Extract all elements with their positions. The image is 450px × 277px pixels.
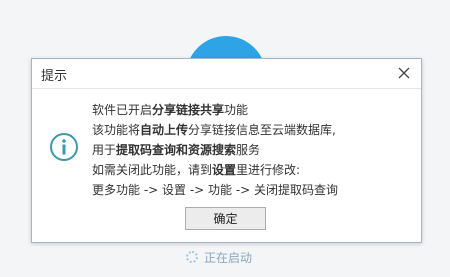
startup-status: 正在启动 bbox=[186, 249, 252, 265]
message-emphasis: 分享链接共享 bbox=[152, 103, 225, 117]
ok-button[interactable]: 确定 bbox=[185, 207, 266, 230]
message-emphasis: 提取码查询和资源搜索 bbox=[116, 143, 237, 157]
loading-icon bbox=[186, 251, 198, 263]
close-button[interactable] bbox=[394, 63, 414, 83]
message-line: 如需关闭此功能，请到设置里进行修改: bbox=[92, 163, 301, 177]
close-icon bbox=[398, 67, 410, 79]
notice-dialog: 提示 软件已开启分享链接共享功能 该功能将自动上传分享链接信息至云端数据库, 用… bbox=[31, 58, 422, 243]
message-emphasis: 自动上传 bbox=[140, 123, 189, 137]
message-line: 软件已开启分享链接共享功能 bbox=[92, 103, 249, 117]
dialog-title: 提示 bbox=[41, 69, 68, 84]
message-line: 用于提取码查询和资源搜索服务 bbox=[92, 143, 261, 157]
message-line: 该功能将自动上传分享链接信息至云端数据库, bbox=[92, 123, 336, 137]
message-emphasis: 设置 bbox=[212, 163, 237, 177]
startup-status-text: 正在启动 bbox=[204, 250, 253, 265]
message-line: 更多功能 -> 设置 -> 功能 -> 关闭提取码查询 bbox=[92, 183, 339, 197]
dialog-titlebar: 提示 bbox=[32, 59, 421, 89]
dialog-message: 软件已开启分享链接共享功能 该功能将自动上传分享链接信息至云端数据库, 用于提取… bbox=[92, 100, 412, 200]
info-icon bbox=[49, 132, 79, 162]
